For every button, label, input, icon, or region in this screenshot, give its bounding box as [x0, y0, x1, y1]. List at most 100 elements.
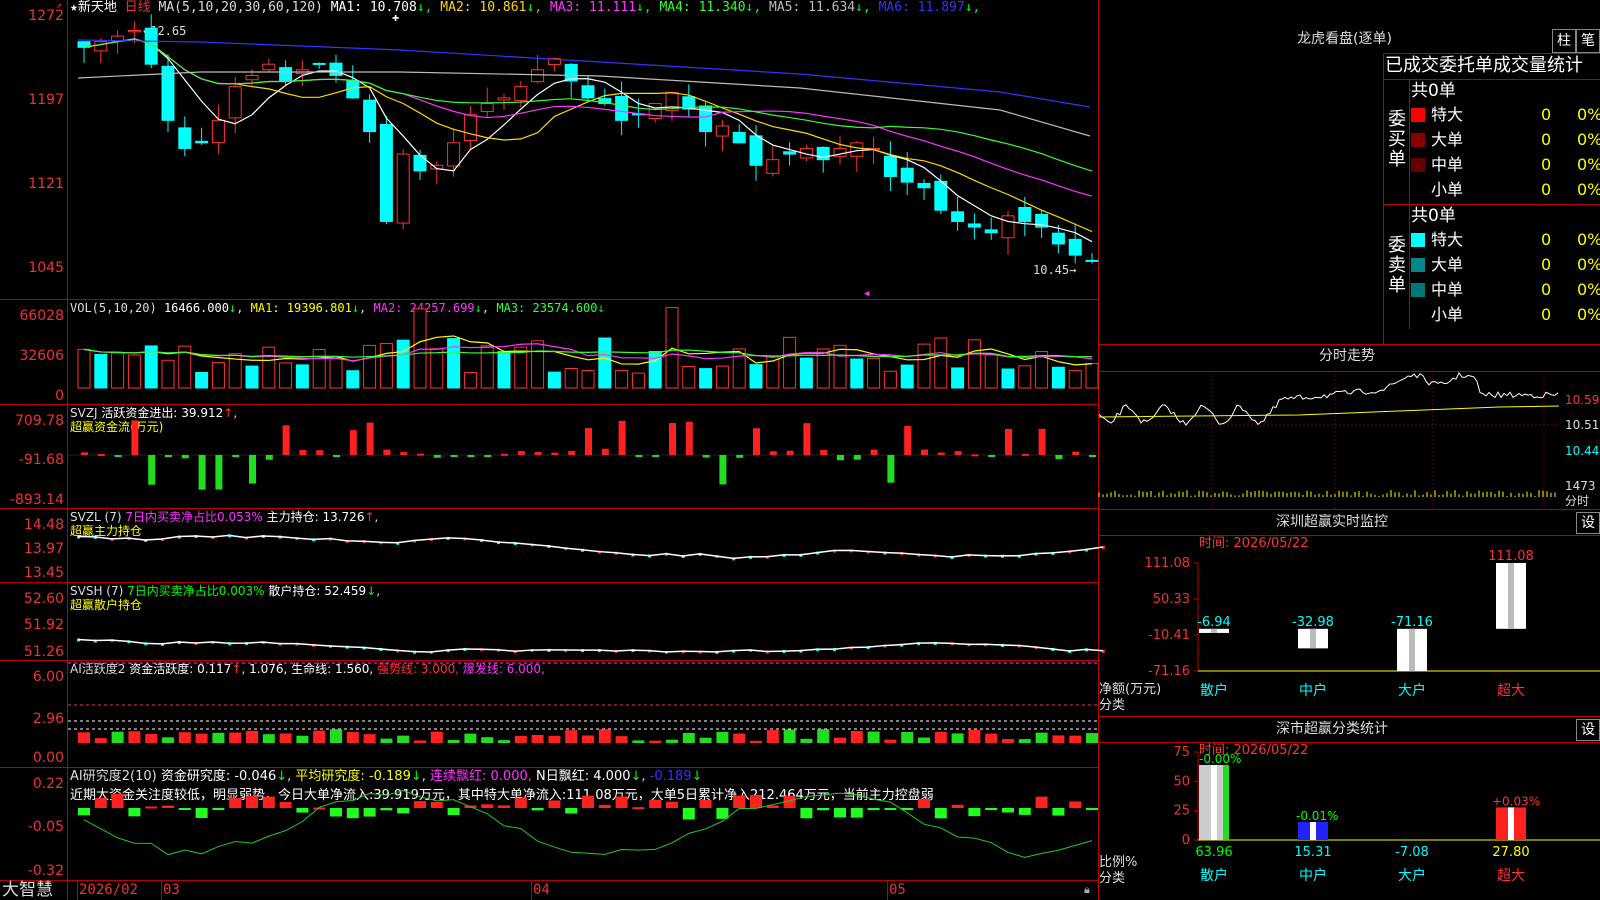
volume-bar	[127, 354, 141, 389]
fund-flow-bar	[988, 455, 996, 457]
volume-bar	[379, 343, 393, 389]
candle-body	[195, 140, 209, 144]
tick-mode-button[interactable]: 笔	[1576, 29, 1600, 53]
research-bar	[1018, 808, 1031, 815]
net-bar-shade	[1409, 628, 1415, 671]
activity-bar	[632, 740, 645, 743]
fund-flow-bar	[81, 452, 88, 455]
volume-bar	[850, 358, 864, 389]
research-bar	[195, 808, 208, 818]
order-type-label: 特大	[1431, 105, 1464, 124]
volume-panel[interactable]: VOL(5,10,20) 16466.000↓, MA1: 19396.801↓…	[0, 300, 1099, 404]
y-tick-label: 111.08	[1145, 556, 1191, 571]
research-bar	[162, 805, 174, 808]
share-bar-shade	[1211, 764, 1217, 840]
candle-body	[379, 123, 393, 222]
x-label: 2026/02	[79, 882, 139, 898]
order-pct: 0%	[1577, 305, 1600, 324]
fund-flow-bar	[417, 453, 424, 456]
fund-flow-bar	[484, 455, 492, 457]
order-qty: 0	[1541, 130, 1552, 149]
research-bar	[262, 796, 275, 808]
volume-bar	[749, 364, 763, 389]
activity-bar	[884, 739, 897, 743]
x-axis: 大智慧 2026/02 03 04 05 🔒︎	[0, 881, 1098, 900]
volume-bar	[463, 372, 477, 389]
activity-bar	[1069, 735, 1082, 743]
candle-body	[1085, 259, 1099, 262]
volume-bar	[598, 337, 612, 389]
kline-chart	[77, 14, 1099, 264]
research-bar	[565, 808, 578, 814]
activity-bar	[229, 732, 242, 743]
research-bar	[1035, 796, 1048, 808]
sz-monitor-panel[interactable]: 深圳超赢实时监控 设 时间: 2026/05/22 净额(万元) 分类 111.…	[1099, 511, 1600, 717]
price-line	[1098, 372, 1559, 426]
kline-panel[interactable]: ↗ ★新天地 日线 MA(5,10,20,30,60,120) MA1: 10.…	[0, 0, 1099, 299]
fund-flow-bar	[803, 423, 811, 455]
candle-body	[984, 229, 998, 234]
category-label: 大户	[1398, 682, 1426, 699]
bar-value-label: -71.16	[1391, 615, 1433, 630]
svzj-panel[interactable]: SVZJ 活跃资金进出: 39.912↑, 超赢资金流(万元) 709.78 -…	[0, 405, 1098, 508]
volume-bar	[951, 367, 965, 389]
candle-body	[1051, 232, 1065, 245]
research-bar	[145, 806, 158, 809]
fund-flow-bar	[114, 455, 122, 457]
activity-bar	[1018, 739, 1031, 743]
volume-bar	[245, 365, 259, 389]
ai-activity-panel[interactable]: AI活跃度2 资金活跃度: 0.117↑, 1.076, 生命线: 1.560,…	[0, 661, 1098, 767]
y-tick-label: 25	[1173, 804, 1190, 819]
order-qty: 0	[1541, 230, 1552, 249]
order-type-label: 小单	[1431, 305, 1464, 324]
research-bar	[985, 808, 998, 810]
fund-flow-bar	[383, 449, 391, 455]
classification-panel[interactable]: 深市超赢分类统计 设 时间: 2026/05/22 比例% 分类 75 50 25 0…	[1099, 718, 1600, 900]
bar-value-label: -6.94	[1197, 615, 1231, 630]
bar-bottom-label: 63.96	[1195, 845, 1232, 860]
order-row: 大单 0 0%	[1411, 254, 1600, 276]
candle-body	[497, 97, 511, 101]
research-bar	[279, 801, 292, 808]
fund-flow-bar	[400, 452, 408, 455]
fund-flow-bar	[517, 451, 525, 455]
bar-mode-button[interactable]: 柱	[1552, 29, 1576, 53]
svsh-panel[interactable]: SVSH (7) 7日内买卖净占比0.003% 散户持仓: 52.459↓, 超…	[0, 583, 1105, 660]
activity-bar	[867, 731, 880, 743]
order-type-label: 大单	[1431, 130, 1464, 149]
fund-flow-bar	[450, 455, 458, 457]
sz-bar-chart: 111.08 50.33 -10.41 -71.16 -6.94 散户 -32.98 中户 -7…	[1145, 549, 1600, 699]
ai-research-panel[interactable]: AI研究度2(10) 资金研究度: -0.046↓, 平均研究度: -0.189…	[0, 768, 1098, 880]
lock-icon[interactable]: 🔒︎	[1084, 883, 1090, 897]
order-qty: 0	[1541, 280, 1552, 299]
research-bar	[1002, 808, 1014, 813]
research-bar	[834, 808, 846, 818]
intraday-panel[interactable]: 分时走势 10.59 10.51 10.44 1473 分时	[1098, 345, 1600, 510]
fund-flow-bar	[1072, 451, 1080, 455]
order-type-label: 小单	[1431, 180, 1464, 199]
research-bar	[414, 801, 426, 808]
activity-bar	[615, 736, 628, 743]
activity-bar	[464, 733, 477, 743]
volume-bar	[934, 337, 948, 389]
order-color-swatch	[1411, 283, 1425, 297]
buy-side-label: 委买单	[1388, 109, 1406, 170]
activity-bar	[313, 730, 326, 743]
lhb-panel[interactable]: 龙虎看盘(逐单) 柱 笔 已成交委托单成交量统计 委买单 共0单 特大 0 0% 大单…	[1099, 0, 1600, 345]
activity-bar	[128, 731, 141, 743]
research-bar	[817, 808, 830, 811]
candle-body	[615, 95, 629, 121]
volume-bar	[783, 336, 797, 389]
volume-bar	[211, 362, 225, 389]
volume-bar	[564, 368, 578, 389]
volume-bar	[715, 365, 729, 389]
activity-bar	[397, 735, 410, 743]
svzl-panel[interactable]: SVZL (7) 7日内买卖净占比0.053% 主力持仓: 13.726↑, 超…	[0, 509, 1105, 582]
activity-bar	[195, 733, 208, 743]
activity-bar	[834, 737, 846, 743]
candle-body	[883, 155, 897, 178]
research-bar	[380, 808, 393, 811]
volume-bar	[94, 353, 108, 389]
order-pct: 0%	[1577, 230, 1600, 249]
bar-value-label: 111.08	[1488, 549, 1534, 564]
